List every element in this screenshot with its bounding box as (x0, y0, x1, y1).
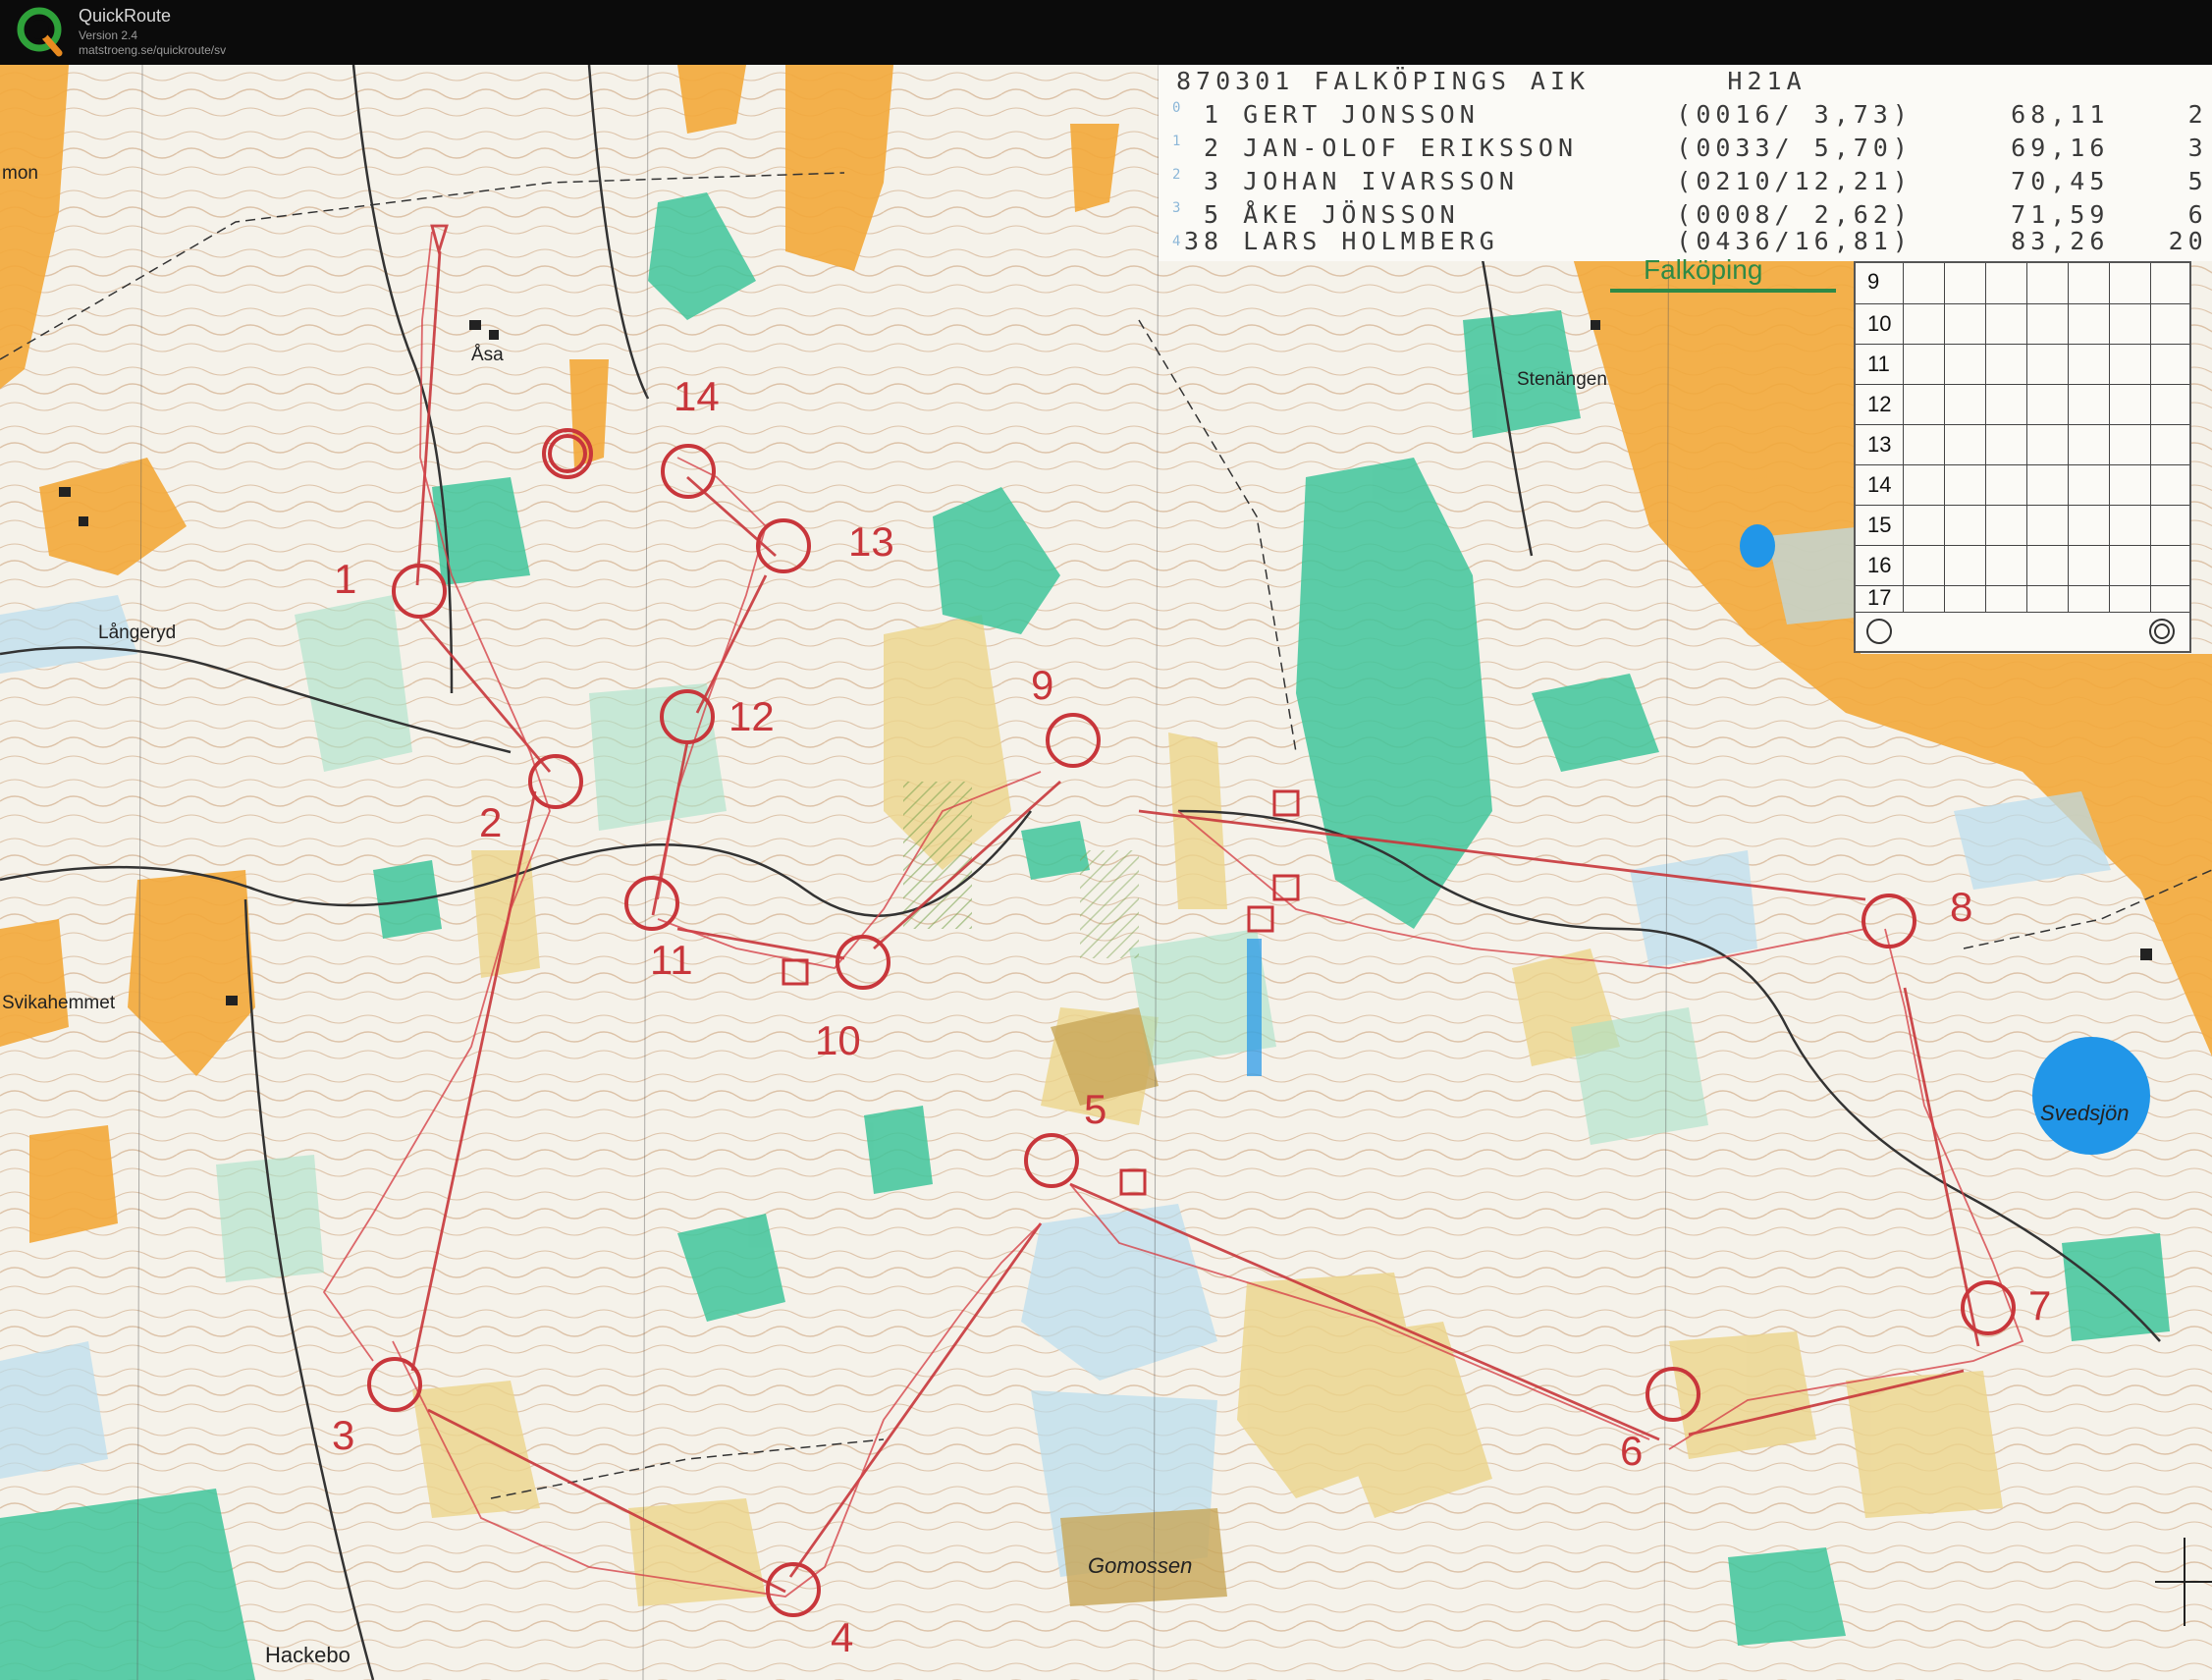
app-url[interactable]: matstroeng.se/quickroute/sv (79, 43, 226, 57)
grid-row: 17 (1856, 585, 2189, 613)
control-number: 10 (815, 1017, 861, 1063)
grid-row: 16 (1856, 545, 2189, 586)
grid-row: 11 (1856, 344, 2189, 385)
place-label-mon: mon (2, 163, 38, 184)
brand-underline (1610, 289, 1836, 293)
grid-column-line (1944, 263, 1945, 612)
result-row: 38 LARS HOLMBERG (0436/16,81) 83,26 20,0… (1184, 227, 2212, 255)
control-number: 8 (1950, 884, 1973, 930)
grid-row-number: 16 (1867, 553, 1892, 577)
split-time-grid: 9 10 11 12 13 14 15 16 17 (1854, 261, 2191, 653)
grid-column-line (2068, 263, 2069, 612)
control-number: 1 (334, 556, 357, 602)
grid-column-line (2109, 263, 2110, 612)
place-label-svedsjon: Svedsjön (2040, 1101, 2130, 1125)
app-version: Version 2.4 (79, 28, 138, 42)
control-number: 13 (848, 518, 894, 565)
place-label-hackebo: Hackebo (265, 1643, 351, 1667)
grid-row-number: 11 (1867, 352, 1890, 376)
control-number: 12 (728, 693, 775, 739)
grid-column-line (1985, 263, 1986, 612)
grid-row-number: 10 (1867, 311, 1892, 336)
control-number: 7 (2028, 1282, 2052, 1328)
place-label-langeryd: Långeryd (98, 623, 177, 643)
grid-row-number: 13 (1867, 432, 1892, 457)
grid-row-number: 14 (1867, 472, 1892, 497)
results-header: 870301 FALKÖPINGS AIK H21A (1176, 67, 1807, 95)
grid-column-line (2026, 263, 2027, 612)
grid-row-number: 17 (1867, 585, 1892, 610)
control-number: 5 (1084, 1086, 1107, 1132)
results-list: 870301 FALKÖPINGS AIK H21A 0 1 GERT JONS… (1159, 65, 2212, 261)
result-row: 2 JAN-OLOF ERIKSSON (0033/ 5,70) 69,16 3… (1184, 134, 2212, 162)
control-number: 4 (831, 1614, 854, 1660)
grid-column-line (1903, 263, 1904, 612)
place-label-asa: Åsa (471, 345, 504, 365)
result-row: 1 GERT JONSSON (0016/ 3,73) 68,11 2,63 (1184, 100, 2212, 129)
grid-footer-circles (1866, 619, 2175, 644)
control-number: 14 (674, 373, 720, 419)
result-row: 5 ÅKE JÖNSSON (0008/ 2,62) 71,59 6,97 (1184, 200, 2212, 229)
place-label-gomossen: Gomossen (1088, 1553, 1193, 1578)
grid-row: 9 (1856, 263, 2189, 304)
result-row: 3 JOHAN IVARSSON (0210/12,21) 70,45 5,56 (1184, 167, 2212, 195)
grid-row: 15 (1856, 505, 2189, 546)
grid-row: 14 (1856, 464, 2189, 506)
control-number: 3 (332, 1412, 355, 1458)
grid-column-line (2150, 263, 2151, 612)
quickroute-logo-icon (17, 7, 63, 57)
grid-row: 12 (1856, 384, 2189, 425)
grid-row: 10 (1856, 303, 2189, 345)
grid-row-number: 15 (1867, 513, 1892, 537)
orienteering-map[interactable]: mon Åsa Långeryd Svikahemmet Stenängen S… (0, 65, 2212, 1680)
control-number: 6 (1620, 1428, 1644, 1474)
control-number: 9 (1031, 662, 1054, 708)
control-number: 11 (650, 937, 693, 983)
place-label-svikahemmet: Svikahemmet (2, 993, 116, 1013)
title-bar: QuickRoute Version 2.4 matstroeng.se/qui… (0, 0, 2212, 65)
control-number: 2 (479, 799, 503, 845)
grid-row-number: 12 (1867, 392, 1892, 416)
place-label-stenangen: Stenängen (1517, 369, 1607, 390)
grid-row: 13 (1856, 424, 2189, 465)
app-title: QuickRoute (79, 6, 172, 26)
brand-label: Falköping (1644, 254, 1763, 285)
grid-row-number: 9 (1867, 269, 1880, 294)
